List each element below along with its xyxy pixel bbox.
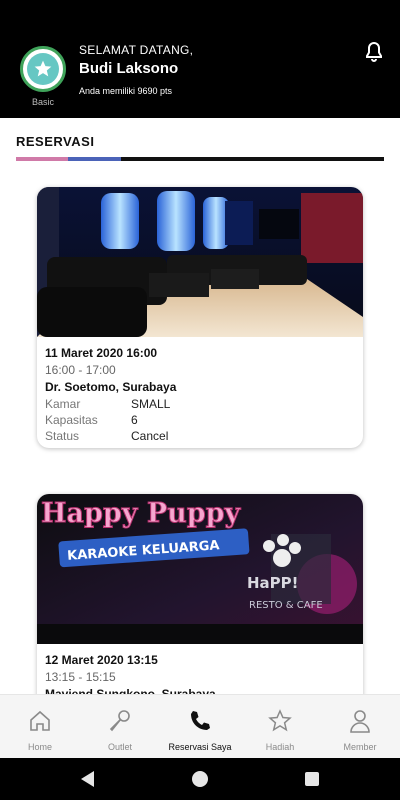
person-icon — [350, 710, 370, 733]
profile-header: Basic SELAMAT DATANG, Budi Laksono Anda … — [0, 0, 400, 118]
member-badge[interactable]: Basic — [20, 46, 66, 107]
reservation-location: Dr. Soetomo, Surabaya — [45, 380, 177, 394]
bell-icon[interactable] — [362, 40, 386, 64]
capacity-row: Kapasitas 6 — [45, 413, 355, 429]
status-row: Status Cancel — [45, 429, 355, 445]
karaoke-room-photo — [37, 187, 363, 337]
capacity-label: Kapasitas — [45, 413, 98, 427]
reservation-time: 13:15 - 15:15 — [45, 670, 116, 684]
star-outline-icon — [268, 709, 292, 732]
reservation-card[interactable]: 11 Maret 2020 16:00 16:00 - 17:00 Dr. So… — [37, 187, 363, 448]
microphone-icon — [109, 710, 130, 732]
nav-label: Member — [343, 742, 377, 752]
status-label: Status — [45, 429, 80, 443]
nav-member[interactable]: Member — [320, 695, 400, 758]
banner-title: Happy Puppy — [41, 498, 242, 529]
section-title: RESERVASI — [16, 134, 95, 149]
happy-puppy-banner: Happy Puppy KARAOKE KELUARGA HaPP! RESTO… — [37, 494, 363, 644]
room-row: Kamar SMALL — [45, 397, 355, 413]
room-value: SMALL — [131, 397, 171, 411]
reservation-time: 16:00 - 17:00 — [45, 363, 116, 377]
room-label: Kamar — [45, 397, 81, 411]
member-tier-label: Basic — [31, 97, 54, 107]
bottom-navigation: Home Outlet Reservasi Saya Hadiah Member — [0, 694, 400, 758]
reservation-date: 11 Maret 2020 16:00 — [45, 346, 158, 360]
welcome-text: SELAMAT DATANG, — [79, 43, 194, 57]
capacity-value: 6 — [131, 413, 138, 427]
user-name: Budi Laksono — [79, 60, 179, 77]
nav-label: Outlet — [107, 742, 132, 752]
svg-text:RESTO & CAFE: RESTO & CAFE — [249, 600, 323, 611]
reservation-date: 12 Maret 2020 13:15 — [45, 653, 158, 667]
nav-label: Home — [27, 742, 52, 752]
back-icon[interactable] — [80, 770, 96, 793]
points-text: Anda memiliki 9690 pts — [79, 86, 173, 96]
nav-label: Hadiah — [265, 742, 295, 752]
phone-icon — [191, 711, 210, 730]
recent-apps-icon[interactable] — [305, 772, 319, 786]
nav-home[interactable]: Home — [0, 695, 80, 758]
status-value: Cancel — [131, 429, 169, 443]
section-indicator — [16, 157, 384, 161]
reservation-card[interactable]: Happy Puppy KARAOKE KELUARGA HaPP! RESTO… — [37, 494, 363, 724]
system-navigation-bar — [0, 758, 400, 800]
nav-hadiah[interactable]: Hadiah — [240, 695, 320, 758]
nav-outlet[interactable]: Outlet — [80, 695, 160, 758]
star-icon — [27, 53, 59, 85]
svg-text:HaPP!: HaPP! — [247, 574, 299, 592]
nav-label: Reservasi Saya — [168, 742, 232, 752]
home-button-icon[interactable] — [192, 771, 208, 787]
nav-reservasi-saya[interactable]: Reservasi Saya — [160, 695, 240, 758]
home-icon — [30, 710, 50, 731]
